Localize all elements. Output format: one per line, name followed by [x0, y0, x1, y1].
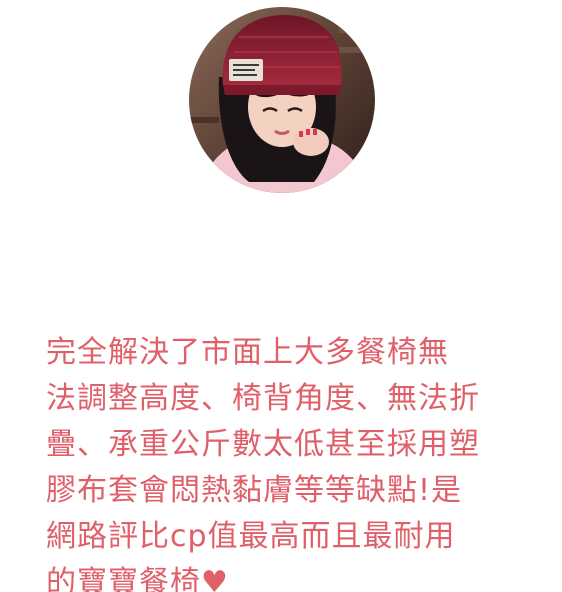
- product-description-text: 完全解決了市面上大多餐椅無 法調整高度、椅背角度、無法折 疊、承重公斤數太低甚至…: [46, 335, 480, 592]
- page: 完全解決了市面上大多餐椅無 法調整高度、椅背角度、無法折 疊、承重公斤數太低甚至…: [0, 0, 562, 592]
- avatar-portrait-image: [189, 7, 375, 193]
- profile-avatar: [189, 7, 375, 193]
